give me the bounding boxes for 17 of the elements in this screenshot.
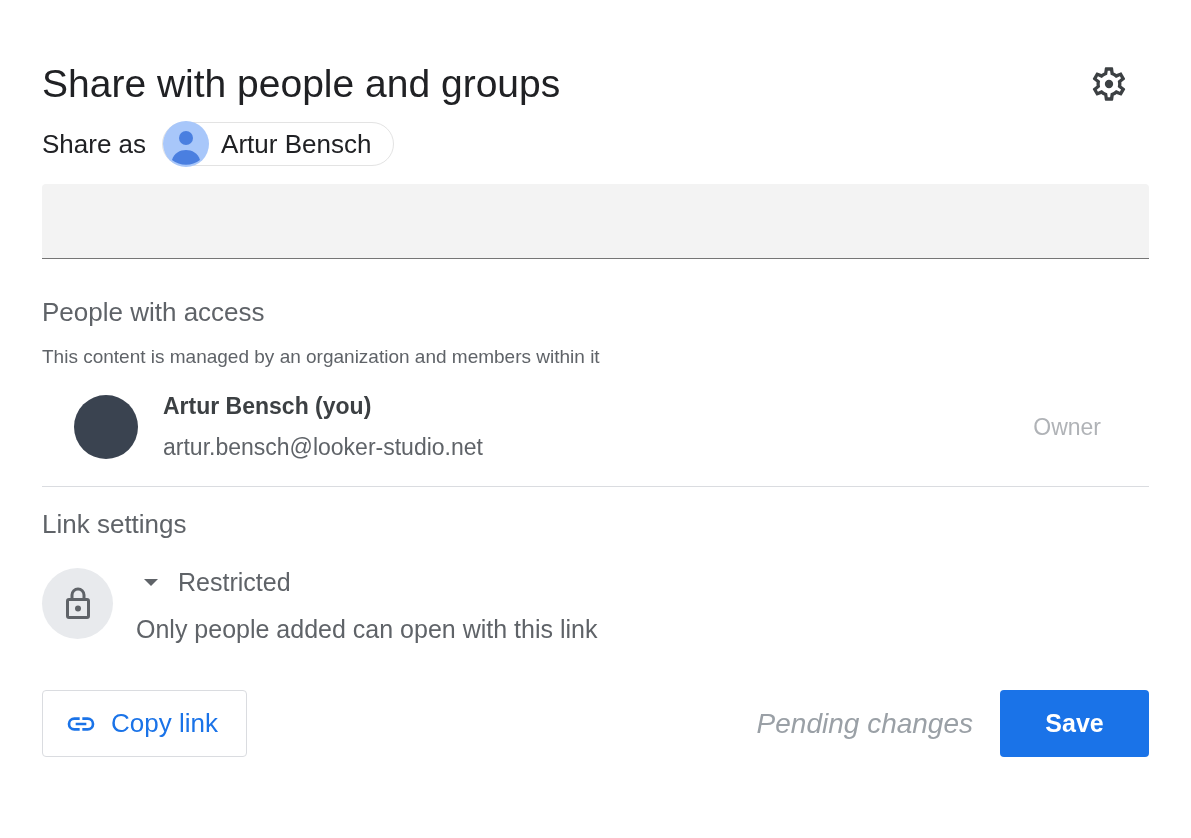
access-description: Only people added can open with this link xyxy=(136,615,598,644)
person-icon xyxy=(163,121,210,167)
section-heading: People with access xyxy=(42,297,266,328)
dialog-title: Share with people and groups xyxy=(42,62,561,106)
account-chip[interactable]: Artur Bensch xyxy=(162,122,395,166)
share-as-label: Share as xyxy=(42,128,147,160)
person-name: Artur Bensch (you) xyxy=(163,393,373,420)
status-text: Pending changes xyxy=(756,707,973,740)
person-email: artur.bensch@looker-studio.net xyxy=(163,434,484,461)
save-button[interactable]: Save xyxy=(1000,690,1149,757)
copy-link-button[interactable]: Copy link xyxy=(42,690,247,757)
caret-icon xyxy=(144,579,158,586)
section-heading: Link settings xyxy=(42,509,188,540)
person-role: Owner xyxy=(1033,413,1101,441)
access-dropdown[interactable]: Restricted xyxy=(144,568,291,597)
add-people-field[interactable] xyxy=(42,184,1149,259)
org-note: This content is managed by an organization and members within it xyxy=(42,346,601,368)
